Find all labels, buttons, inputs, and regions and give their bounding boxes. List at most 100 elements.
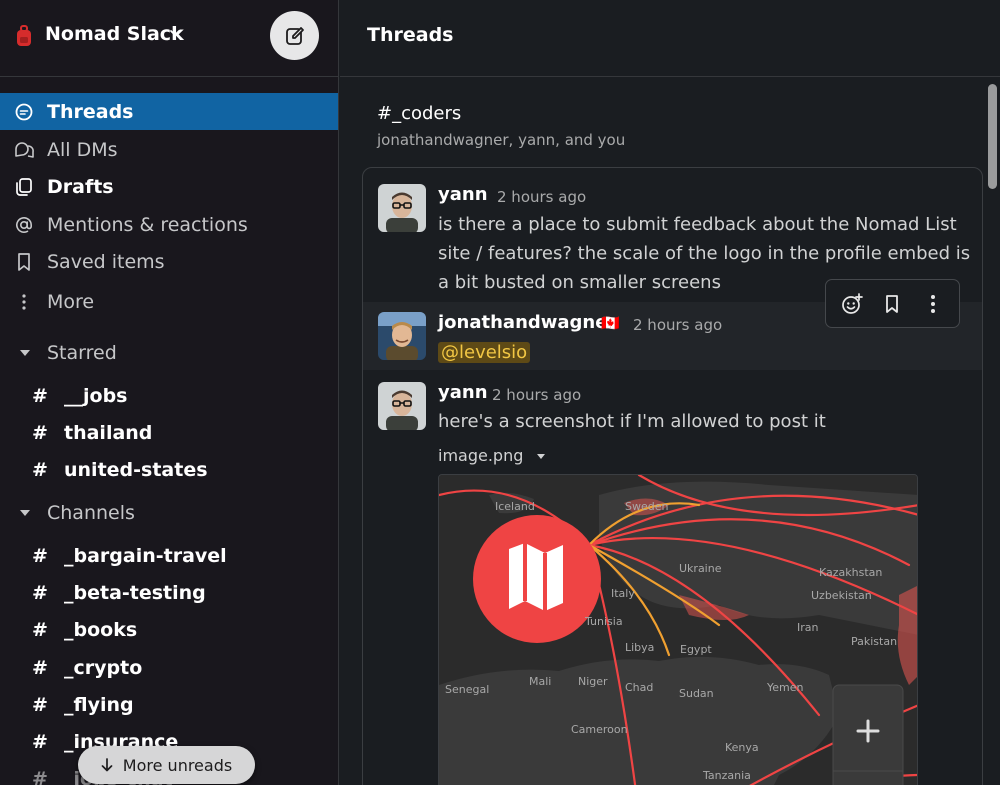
file-name-toggle[interactable]: image.png [438, 446, 546, 465]
map-label: Niger [578, 675, 608, 688]
sidebar: Nomad Slack Threads All DMs Drafts Menti… [0, 0, 339, 785]
channel-label: _bargain-travel [64, 544, 227, 567]
map-label: Tanzania [702, 769, 751, 782]
drafts-icon [13, 176, 35, 198]
caret-down-icon [20, 510, 30, 516]
more-unreads-label: More unreads [122, 755, 233, 775]
map-label: Kazakhstan [819, 566, 882, 579]
map-label: Iran [797, 621, 819, 634]
main-pane: Threads #_coders jonathandwagner, yann, … [340, 0, 1000, 785]
map-label: Chad [625, 681, 653, 694]
arrow-down-icon [101, 758, 113, 772]
map-label: Kenya [725, 741, 759, 754]
nav-threads[interactable]: Threads [0, 93, 338, 130]
channel-label: _books [64, 618, 138, 641]
map-label: Sudan [679, 687, 714, 700]
add-reaction-icon [842, 292, 864, 314]
hash-icon: # [32, 693, 48, 716]
map-label: Egypt [680, 643, 712, 656]
channel-label: _crypto [64, 656, 143, 679]
channel-label: thailand [64, 421, 153, 444]
map-label: Cameroon [571, 723, 628, 736]
nav-label: Drafts [47, 175, 114, 198]
map-label: Ukraine [679, 562, 722, 575]
save-message-button[interactable] [877, 289, 907, 319]
hash-icon: # [32, 458, 48, 481]
channel-item[interactable]: # thailand [0, 414, 338, 451]
at-icon [13, 214, 35, 236]
compose-button[interactable] [270, 11, 319, 60]
nav-label: Threads [47, 100, 134, 123]
message-author[interactable]: yann [438, 184, 488, 205]
message-author[interactable]: yann [438, 382, 488, 403]
avatar[interactable] [378, 184, 426, 232]
avatar[interactable] [378, 312, 426, 360]
bookmark-icon [886, 294, 899, 313]
thread-participants: jonathandwagner, yann, and you [377, 131, 626, 149]
channel-item[interactable]: # _bargain-travel [0, 537, 338, 574]
hash-icon: # [32, 767, 48, 785]
channel-label: _flying [64, 693, 134, 716]
hash-icon: # [32, 544, 48, 567]
nav-label: Saved items [47, 250, 165, 273]
hash-icon: # [32, 656, 48, 679]
user-mention[interactable]: @levelsio [438, 342, 531, 363]
channel-item[interactable]: # __jobs [0, 377, 338, 414]
more-unreads-button[interactable]: More unreads [78, 746, 255, 784]
workspace-name[interactable]: Nomad Slack [45, 23, 184, 45]
backpack-icon [17, 25, 31, 46]
map-label: Senegal [445, 683, 489, 696]
nav-label: More [47, 290, 95, 313]
message-text: @levelsio [438, 338, 973, 367]
channel-item[interactable]: # _books [0, 611, 338, 648]
message-actions-toolbar [825, 279, 960, 328]
image-attachment[interactable]: Iceland Sweden Ukraine Kazakhstan Uzbeki… [438, 474, 918, 785]
nav-mentions[interactable]: Mentions & reactions [0, 206, 338, 243]
chevron-down-icon[interactable] [168, 26, 182, 40]
map-label: Italy [611, 587, 635, 600]
add-reaction-button[interactable] [837, 289, 867, 319]
nav-label: Mentions & reactions [47, 213, 248, 236]
caret-down-icon [20, 350, 30, 356]
compose-icon [285, 26, 304, 45]
thread-channel-name[interactable]: #_coders [377, 103, 461, 124]
message-timestamp[interactable]: 2 hours ago [633, 316, 722, 334]
map-screenshot: Iceland Sweden Ukraine Kazakhstan Uzbeki… [439, 475, 917, 785]
channel-item[interactable]: # united-states [0, 451, 338, 488]
hash-icon: # [32, 618, 48, 641]
section-channels[interactable]: Channels [0, 496, 338, 530]
channel-label: _beta-testing [64, 581, 206, 604]
message[interactable]: yann 2 hours ago here's a screenshot if … [363, 370, 982, 785]
message-author[interactable]: jonathandwagner [438, 312, 616, 333]
hash-icon: # [32, 730, 48, 753]
more-actions-button[interactable] [918, 289, 948, 319]
nav-label: All DMs [47, 138, 118, 161]
message-timestamp[interactable]: 2 hours ago [492, 386, 581, 404]
channel-item[interactable]: # _flying [0, 686, 338, 723]
nav-drafts[interactable]: Drafts [0, 168, 338, 205]
workspace-header[interactable]: Nomad Slack [0, 0, 338, 77]
message-text: here's a screenshot if I'm allowed to po… [438, 411, 826, 432]
main-header: Threads [340, 0, 1000, 77]
section-label: Channels [47, 502, 135, 524]
nav-saved[interactable]: Saved items [0, 243, 338, 280]
section-label: Starred [47, 342, 117, 364]
channel-item[interactable]: # _beta-testing [0, 574, 338, 611]
avatar[interactable] [378, 382, 426, 430]
section-starred[interactable]: Starred [0, 336, 338, 370]
flag-canada-icon: 🇨🇦 [601, 314, 620, 332]
channel-label: __jobs [64, 384, 128, 407]
nav-all-dms[interactable]: All DMs [0, 131, 338, 168]
message-timestamp[interactable]: 2 hours ago [497, 188, 586, 206]
hash-icon: # [32, 421, 48, 444]
scrollbar-thumb[interactable] [988, 84, 997, 189]
map-label: Iceland [495, 500, 535, 513]
map-label: Pakistan [851, 635, 897, 648]
caret-down-icon [537, 454, 546, 459]
channel-item[interactable]: # _crypto [0, 649, 338, 686]
nav-more[interactable]: More [0, 283, 338, 320]
map-label: Tunisia [584, 615, 623, 628]
thread-card: yann 2 hours ago is there a place to sub… [362, 167, 983, 785]
dms-icon [13, 139, 35, 161]
channel-label: united-states [64, 458, 208, 481]
